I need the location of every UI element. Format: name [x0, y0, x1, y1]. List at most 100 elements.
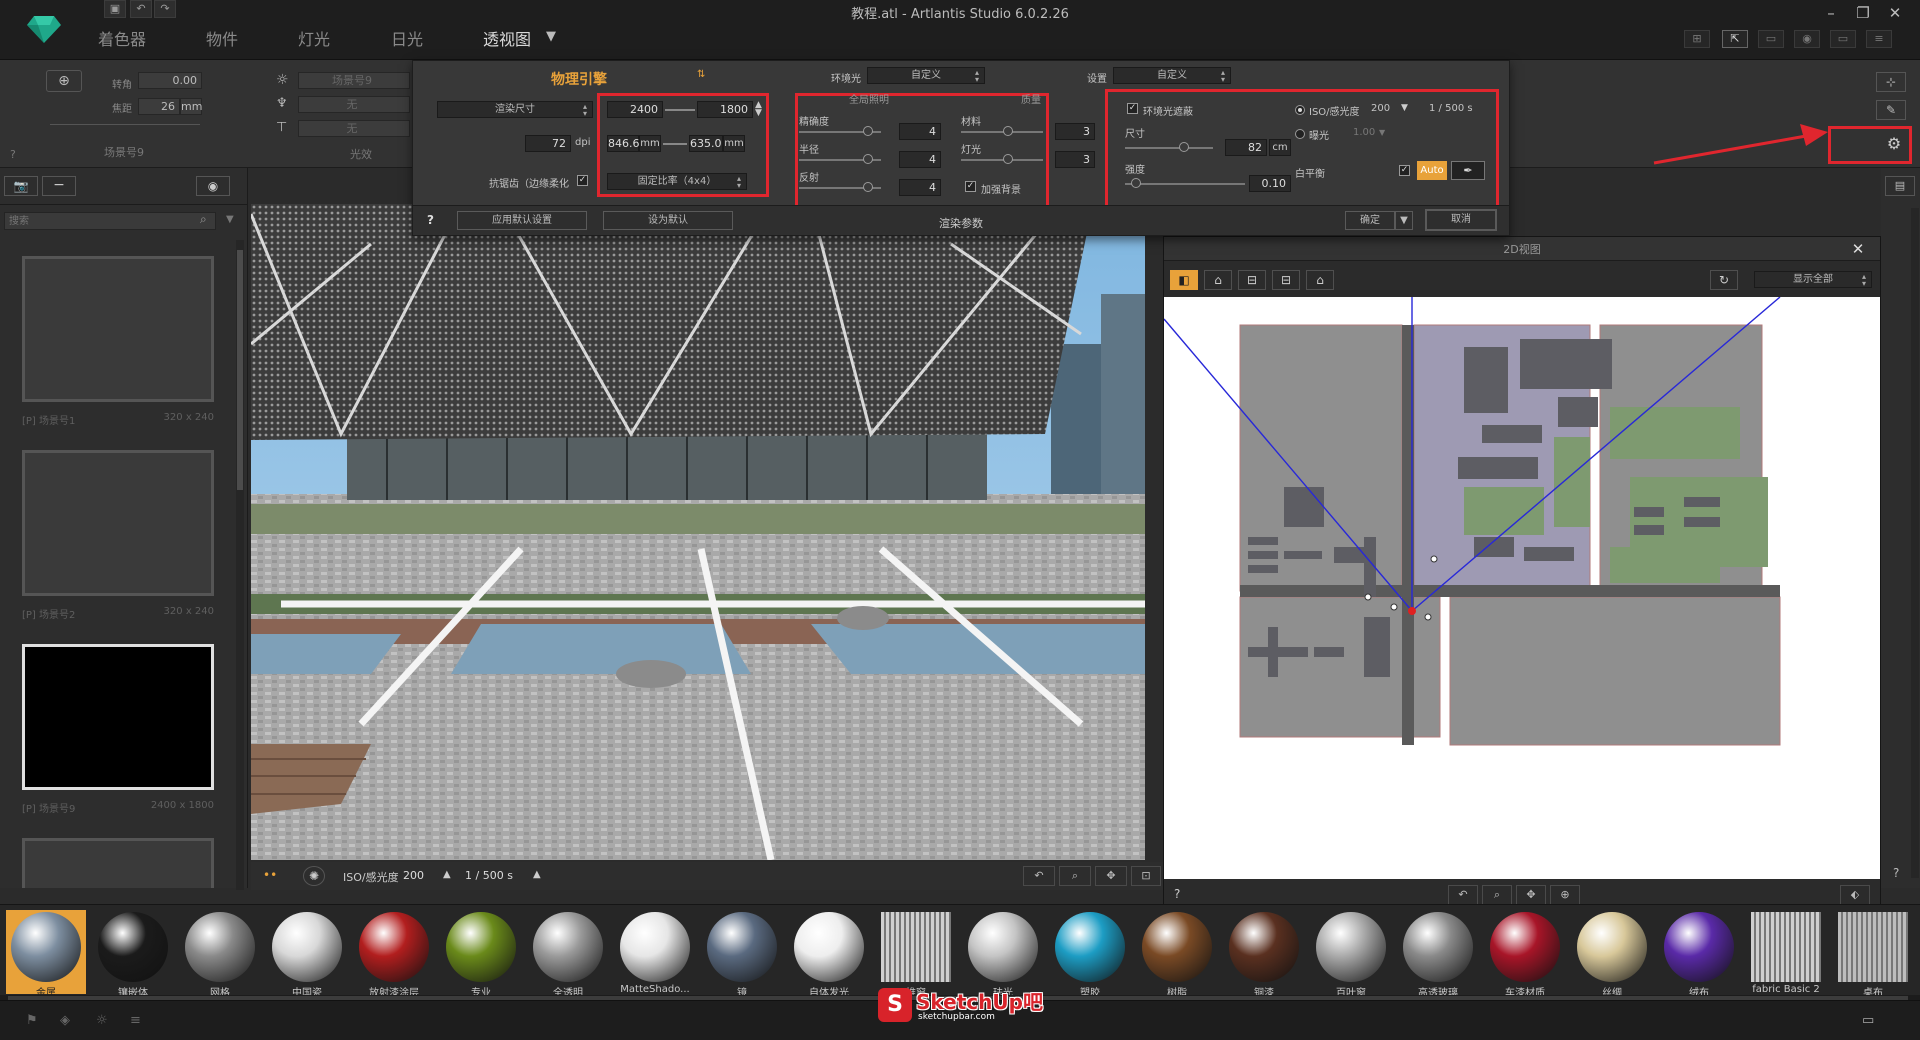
perspective-viewport[interactable]	[251, 204, 1145, 860]
ao-size-input[interactable]: 82	[1225, 139, 1267, 156]
scene-scrollbar[interactable]	[236, 240, 244, 890]
minimize-icon[interactable]: –	[1816, 2, 1846, 24]
material-item[interactable]: 自体发光	[789, 910, 869, 999]
aspect-ratio-dropdown[interactable]: 固定比率（4x4）	[607, 173, 747, 190]
iso-radio[interactable]	[1295, 105, 1305, 115]
height-mm-input[interactable]: 635.0	[689, 135, 723, 152]
apply-default-button[interactable]: 应用默认设置	[457, 211, 587, 230]
radius-input[interactable]: 4	[899, 151, 941, 168]
lights-slider[interactable]	[961, 159, 1043, 161]
site-plan-canvas[interactable]	[1164, 297, 1880, 879]
material-item[interactable]: 丝绸	[1572, 910, 1652, 999]
link-chain-icon-2[interactable]	[663, 143, 687, 145]
list-tool-icon[interactable]: ≡	[130, 1013, 141, 1028]
spotlight-icon[interactable]: ⊤	[276, 120, 287, 135]
material-item[interactable]: MatteShado...	[615, 910, 695, 995]
scene-thumbnail-3[interactable]	[22, 644, 214, 790]
strip-help-icon[interactable]: ?	[10, 148, 16, 161]
material-item[interactable]: 百叶窗	[1311, 910, 1391, 999]
list-icon[interactable]: ≡	[1866, 30, 1892, 48]
material-item[interactable]: 绒布	[1659, 910, 1739, 999]
material-item[interactable]: 塑胶	[1050, 910, 1130, 999]
height-px-input[interactable]: 1800	[697, 101, 753, 118]
ok-button[interactable]: 确定	[1345, 211, 1395, 230]
2d-nav-icon[interactable]: ⬖	[1840, 885, 1870, 905]
sun-icon[interactable]: ☼	[276, 72, 289, 88]
add-camera-icon[interactable]: 📷	[4, 176, 38, 196]
tab-shaders[interactable]: 着色器	[98, 26, 146, 49]
antialias-checkbox[interactable]: ✓	[577, 175, 588, 186]
sync-icon[interactable]: ↻	[1710, 270, 1738, 290]
bounce-slider-knob[interactable]	[863, 182, 873, 192]
scene-search-input[interactable]	[4, 212, 216, 230]
material-item[interactable]: fabric Basic 2	[1746, 910, 1826, 995]
engine-switch-icon[interactable]: ⇅	[697, 69, 705, 80]
paint-icon[interactable]: ✎	[1876, 100, 1906, 120]
scene-thumbnail-4[interactable]	[22, 838, 214, 888]
material-item[interactable]: 网格	[180, 910, 260, 999]
viewport-iso-value[interactable]: 200	[403, 869, 424, 882]
eye-icon[interactable]: ◉	[196, 176, 230, 196]
2d-zoom-icon[interactable]: ⌕	[1482, 885, 1512, 905]
radius-slider-knob[interactable]	[863, 154, 873, 164]
iso-value[interactable]: 200	[1371, 103, 1390, 114]
resolution-dpi-input[interactable]: 72	[525, 135, 571, 152]
right-help-icon[interactable]: ?	[1893, 866, 1899, 880]
cancel-button[interactable]: 取消	[1425, 209, 1497, 231]
material-item[interactable]: 树脂	[1137, 910, 1217, 999]
material-item[interactable]: 高透玻璃	[1398, 910, 1478, 999]
ao-strength-input[interactable]: 0.10	[1249, 175, 1291, 192]
ao-size-slider-knob[interactable]	[1179, 142, 1189, 152]
grid-icon[interactable]: ⊹	[1876, 72, 1906, 92]
aperture-icon[interactable]: ✺	[303, 866, 325, 886]
ok-dropdown-icon[interactable]: ▼	[1395, 211, 1413, 230]
material-item[interactable]: 全透明	[528, 910, 608, 999]
set-default-button[interactable]: 设为默认	[603, 211, 733, 230]
object-tool-icon[interactable]: ◈	[60, 1013, 70, 1028]
render-size-dropdown[interactable]: 渲染尺寸	[437, 101, 593, 118]
material-item[interactable]: 放射漆涂层	[354, 910, 434, 999]
scene-thumbnail-1[interactable]	[22, 256, 214, 402]
material-input[interactable]: 3	[1055, 123, 1095, 140]
left-view-icon[interactable]: ⊟	[1238, 270, 1266, 290]
material-item[interactable]: 镶嵌体	[93, 910, 173, 999]
right-view-icon[interactable]: ⊟	[1272, 270, 1300, 290]
width-mm-input[interactable]: 846.6	[607, 135, 640, 152]
viewport-shutter[interactable]: 1 / 500 s	[465, 869, 513, 882]
2d-fit-icon[interactable]: ⊕	[1550, 885, 1580, 905]
iso-stepper-icon[interactable]: ▲	[443, 869, 451, 880]
front-view-icon[interactable]: ⌂	[1204, 270, 1232, 290]
material-item[interactable]: 铜漆	[1224, 910, 1304, 999]
ao-size-slider[interactable]	[1125, 147, 1213, 149]
tab-lights[interactable]: 灯光	[298, 26, 330, 49]
material-item[interactable]: 车漆材质	[1485, 910, 1565, 999]
eyedropper-icon[interactable]: ✒	[1451, 161, 1485, 180]
shutter-value[interactable]: 1 / 500 s	[1429, 103, 1473, 114]
back-view-icon[interactable]: ⌂	[1306, 270, 1334, 290]
ao-checkbox[interactable]: ✓	[1127, 103, 1138, 114]
precision-input[interactable]: 4	[899, 123, 941, 140]
restore-icon[interactable]: ❐	[1848, 2, 1878, 24]
white-balance-auto-button[interactable]: Auto	[1417, 161, 1447, 180]
shutter-stepper-icon[interactable]: ▲	[533, 869, 541, 880]
tab-objects[interactable]: 物件	[206, 26, 238, 49]
layers-icon[interactable]: ▤	[1885, 176, 1915, 196]
fit-view-icon[interactable]: ⊡	[1131, 866, 1161, 886]
window-icon[interactable]: ▭	[1758, 30, 1784, 48]
material-item[interactable]: 专业	[441, 910, 521, 999]
panel-toggle-icon[interactable]: ▭	[1862, 1013, 1874, 1028]
light-tool-icon[interactable]: ☼	[96, 1013, 108, 1028]
2d-undo-icon[interactable]: ↶	[1448, 885, 1478, 905]
export-icon[interactable]: ⇱	[1722, 30, 1748, 48]
scene-thumbnail-2[interactable]	[22, 450, 214, 596]
link-chain-icon[interactable]	[665, 109, 695, 111]
material-item[interactable]: 中国瓷	[267, 910, 347, 999]
tab-dropdown-arrow-icon[interactable]: ▼	[546, 29, 556, 44]
lights-slider-knob[interactable]	[1003, 154, 1013, 164]
exposure-dropdown-icon[interactable]: ▼	[1379, 128, 1385, 137]
screen-icon[interactable]: ▭	[1830, 30, 1856, 48]
close-window-icon[interactable]: ✕	[1880, 2, 1910, 24]
lamp-icon[interactable]: ♆	[276, 96, 288, 111]
bounce-input[interactable]: 4	[899, 179, 941, 196]
tab-perspective[interactable]: 透视图	[483, 26, 531, 49]
